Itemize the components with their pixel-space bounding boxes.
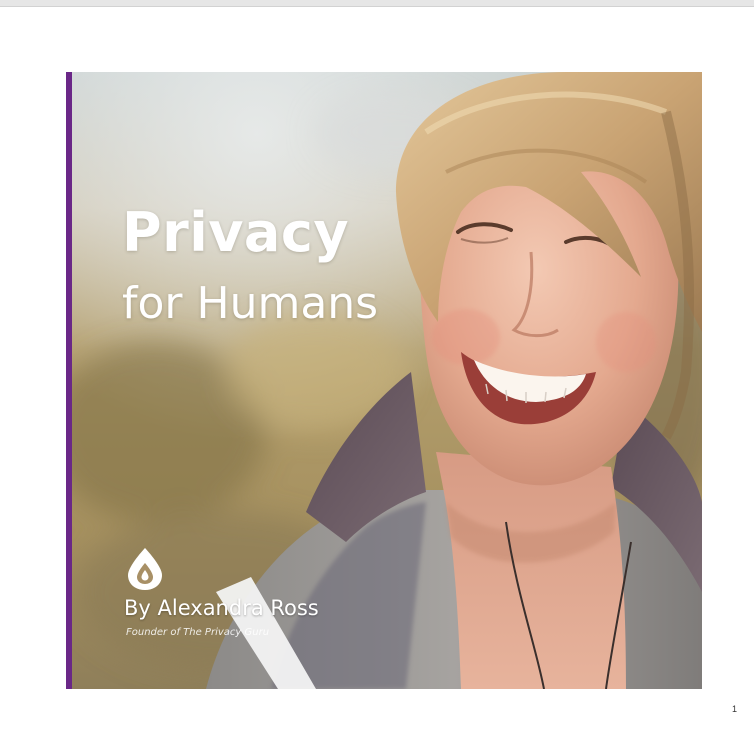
top-rule [0,0,754,7]
cover-subtitle: for Humans [122,278,379,329]
cover-title: Privacy [122,201,350,264]
cover-spine [66,72,72,689]
author-name: By Alexandra Ross [124,596,319,620]
droplet-logo-icon [128,548,162,590]
page: Privacy for Humans By Alexandra Ross Fou… [0,0,754,756]
book-cover: Privacy for Humans By Alexandra Ross Fou… [66,72,702,689]
page-number: 1 [732,704,738,714]
author-role: Founder of The Privacy Guru [126,627,270,638]
